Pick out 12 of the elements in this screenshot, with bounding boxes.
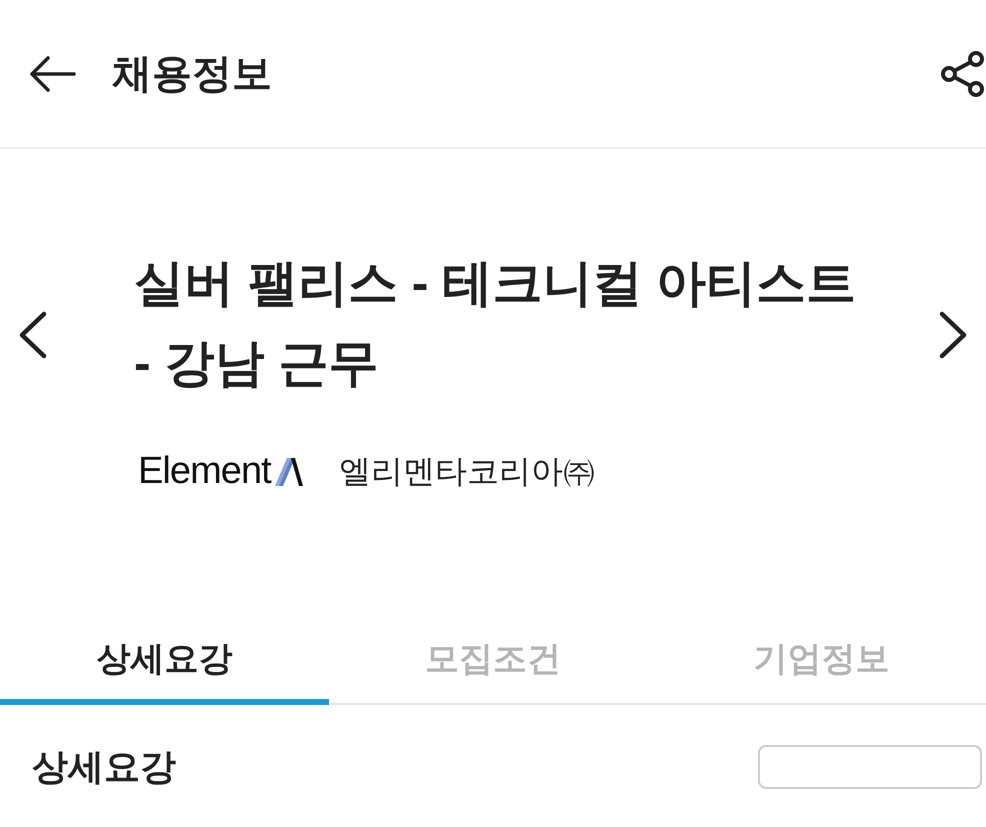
company-logo-text: Element <box>138 452 271 490</box>
job-title: 실버 팰리스 - 테크니컬 아티스트 - 강남 근무 <box>134 254 858 393</box>
tab[interactable]: 기업정보 <box>657 619 986 705</box>
tab[interactable]: 상세요강 <box>0 619 329 705</box>
company-name: 엘리멘타코리아㈜ <box>338 452 595 491</box>
share-icon <box>939 50 985 98</box>
share-button[interactable] <box>938 50 986 98</box>
back-arrow-icon <box>28 54 76 94</box>
tab[interactable]: 모집조건 <box>328 619 658 705</box>
page-title: 채용정보 <box>112 50 272 98</box>
logo-mark-icon <box>272 456 303 486</box>
section-title: 상세요강 <box>32 749 176 785</box>
